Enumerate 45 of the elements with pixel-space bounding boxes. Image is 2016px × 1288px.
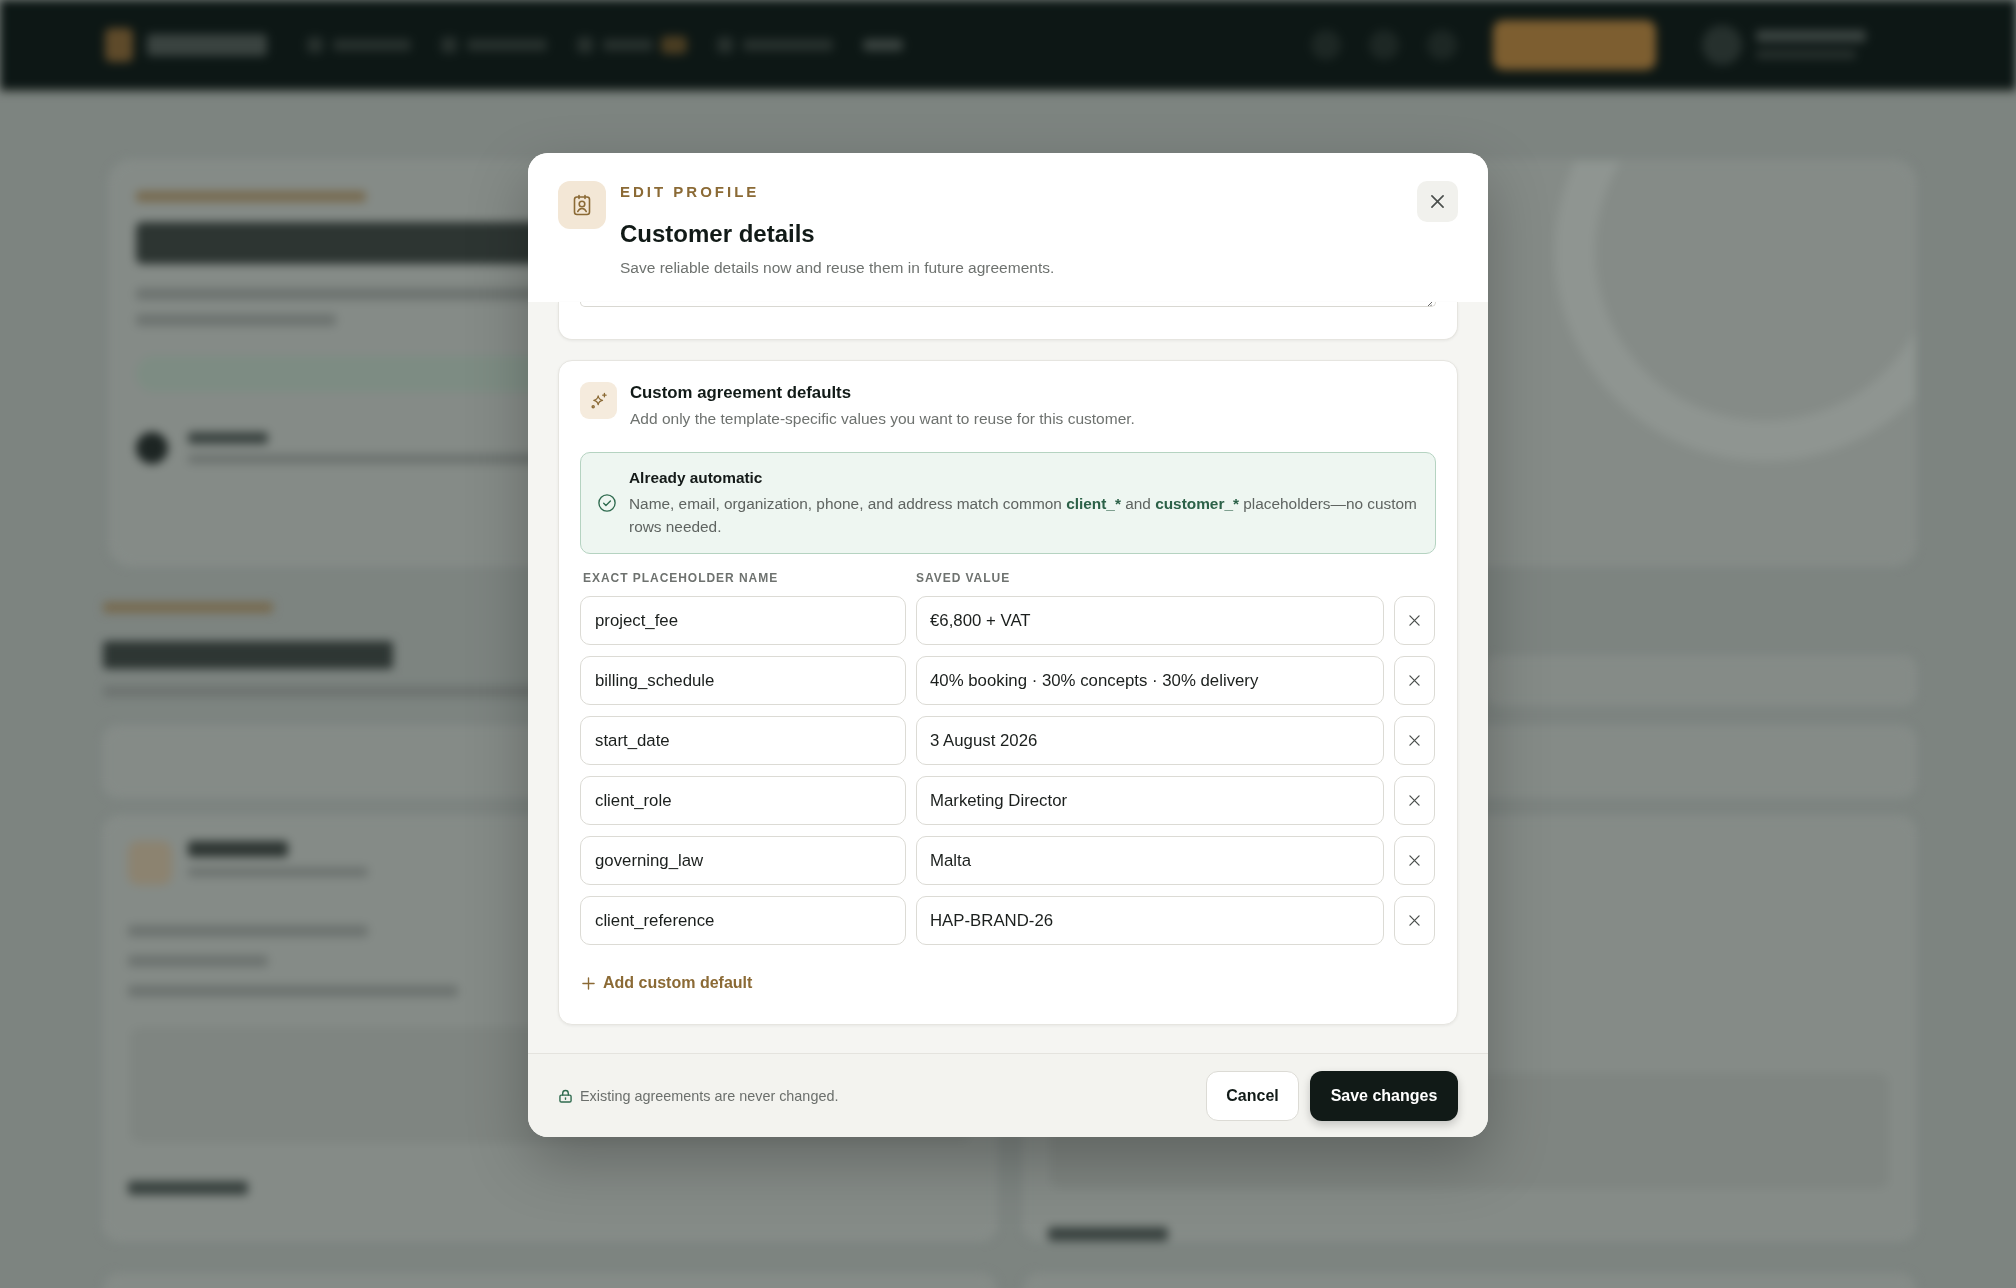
notice-text: Name, email, organization, phone, and address match common client_* and customer_* placeholders—no custom rows needed. (629, 494, 1418, 537)
column-header: SAVED VALUE (916, 570, 1011, 586)
remove-row-button[interactable] (1394, 896, 1435, 945)
cross-icon (1409, 855, 1420, 866)
remove-row-button[interactable] (1394, 596, 1435, 645)
remove-row-button[interactable] (1394, 716, 1435, 765)
dialog-eyebrow: EDIT PROFILE (620, 182, 760, 202)
cross-icon (1409, 675, 1420, 686)
placeholder-name-field[interactable]: client_reference (580, 896, 906, 945)
placeholder-name-field[interactable]: project_fee (580, 596, 906, 645)
saved-value-field[interactable]: Marketing Director (916, 776, 1384, 825)
save-button[interactable]: Save changes (1310, 1070, 1458, 1121)
plus-icon (582, 976, 595, 990)
cancel-button[interactable]: Cancel (1206, 1070, 1299, 1121)
add-custom-default-button[interactable]: Add custom default (580, 971, 753, 995)
sparkle-icon (580, 382, 617, 419)
close-icon (1431, 195, 1444, 208)
remove-row-button[interactable] (1394, 776, 1435, 825)
saved-value-field[interactable]: 3 August 2026 (916, 716, 1384, 765)
saved-value-field[interactable]: 40% booking · 30% concepts · 30% delivery (916, 656, 1384, 705)
cross-icon (1409, 915, 1420, 926)
card-subtitle: Add only the template-specific values you want to reuse for this customer. (630, 409, 1135, 429)
saved-value-field[interactable]: Malta (916, 836, 1384, 885)
check-circle-icon (598, 494, 616, 512)
saved-value-field[interactable]: €6,800 + VAT (916, 596, 1384, 645)
lock-icon (559, 1088, 572, 1103)
placeholder-name-field[interactable]: start_date (580, 716, 906, 765)
remove-row-button[interactable] (1394, 656, 1435, 705)
saved-value-field[interactable]: HAP-BRAND-26 (916, 896, 1384, 945)
cross-icon (1409, 735, 1420, 746)
dialog-title: Customer details (620, 219, 815, 249)
placeholder-name-field[interactable]: billing_schedule (580, 656, 906, 705)
placeholder-name-field[interactable]: client_role (580, 776, 906, 825)
dialog-subtitle: Save reliable details now and reuse them in future agreements. (620, 258, 1055, 278)
resize-handle-icon (1425, 302, 1432, 306)
notice-title: Already automatic (629, 468, 763, 488)
cross-icon (1409, 615, 1420, 626)
card-title: Custom agreement defaults (630, 382, 851, 404)
close-button[interactable] (1417, 181, 1458, 222)
placeholder-name-field[interactable]: governing_law (580, 836, 906, 885)
column-header: EXACT PLACEHOLDER NAME (582, 570, 780, 586)
cross-icon (1409, 795, 1420, 806)
contact-card-icon (558, 181, 606, 229)
footer-note: Existing agreements are never changed. (580, 1086, 839, 1106)
remove-row-button[interactable] (1394, 836, 1435, 885)
